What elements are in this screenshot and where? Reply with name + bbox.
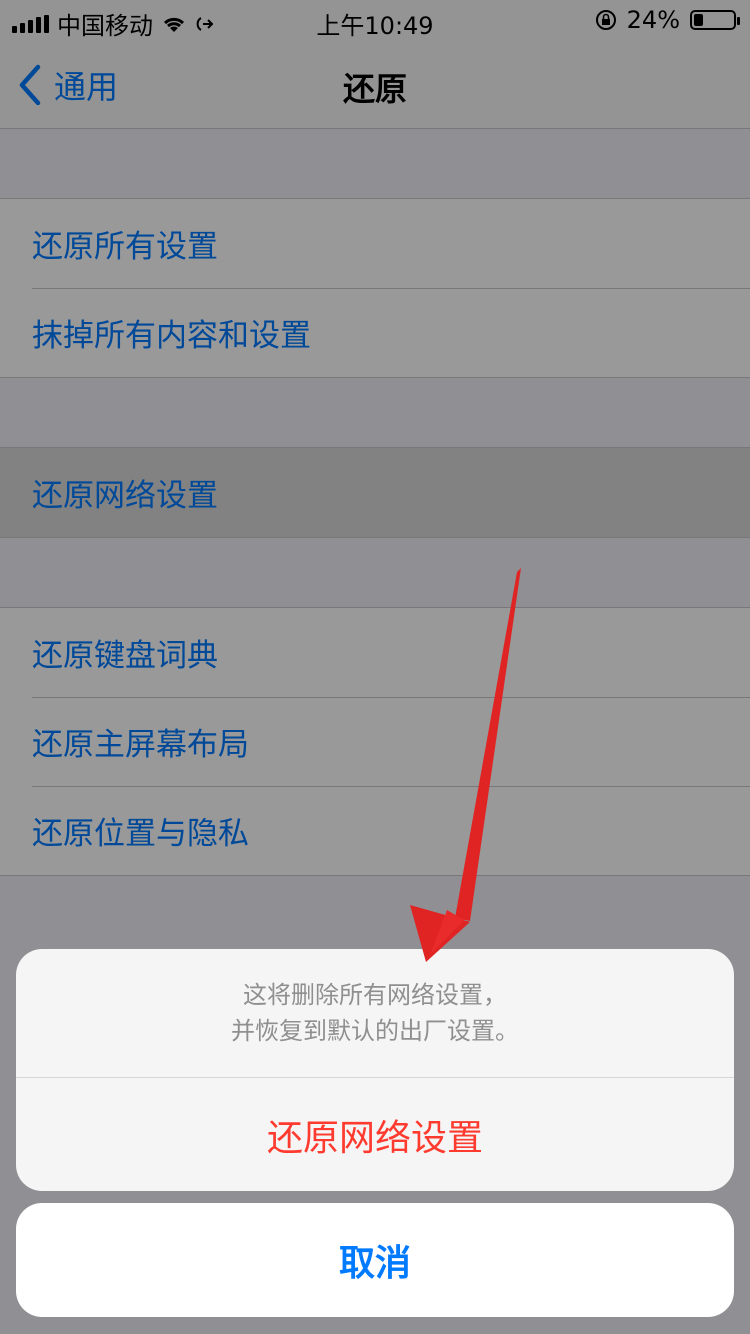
screen: 中国移动 上午10:49 24% 通用 还原 还原所有设置 抹掉所有内容和设置 …: [0, 0, 750, 1334]
action-sheet-message: 这将删除所有网络设置， 并恢复到默认的出厂设置。: [16, 949, 734, 1077]
message-line-2: 并恢复到默认的出厂设置。: [231, 1017, 519, 1045]
reset-network-settings-button[interactable]: 还原网络设置: [16, 1078, 734, 1191]
action-sheet: 这将删除所有网络设置， 并恢复到默认的出厂设置。 还原网络设置: [16, 949, 734, 1191]
cancel-button[interactable]: 取消: [16, 1203, 734, 1317]
message-line-1: 这将删除所有网络设置，: [243, 981, 507, 1009]
